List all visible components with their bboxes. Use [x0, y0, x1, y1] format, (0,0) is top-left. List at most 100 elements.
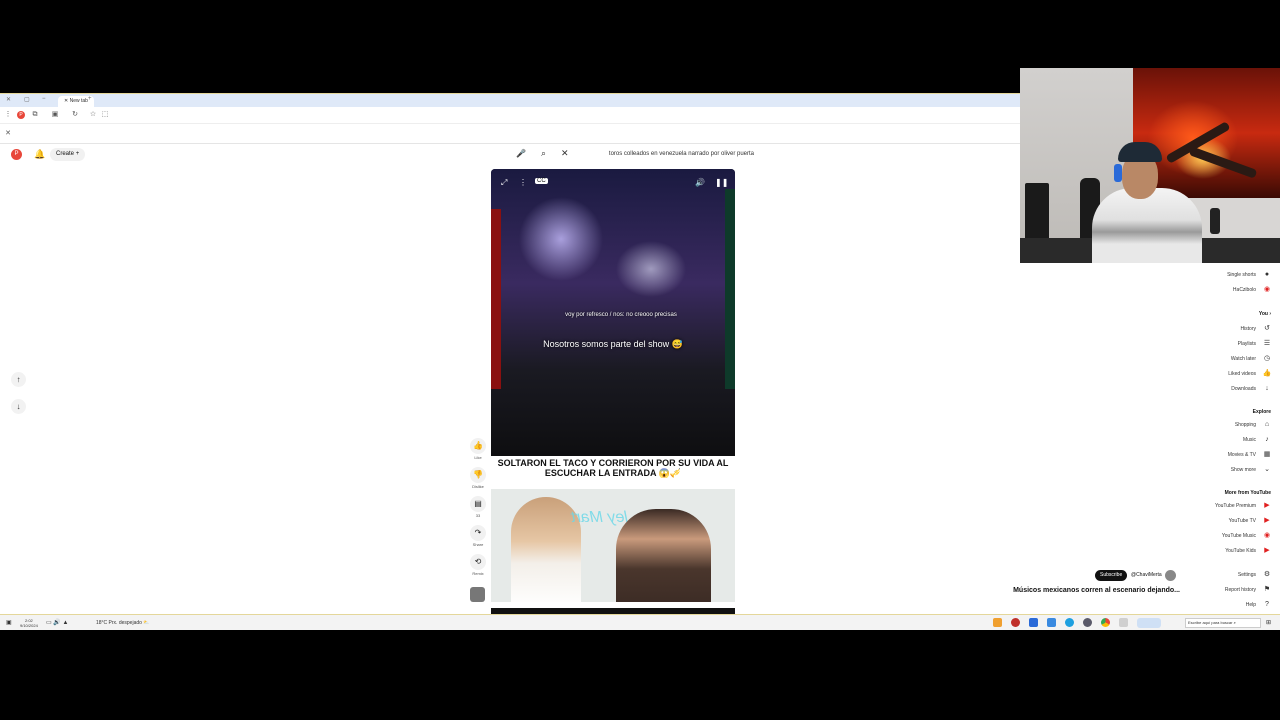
reaction-video-frame[interactable]: ley Mart — [491, 489, 735, 602]
sidebar-label: Movies & TV — [1227, 452, 1256, 458]
download-icon: ↓ — [1265, 385, 1269, 392]
share-button[interactable]: ↷ Share — [468, 525, 488, 547]
playlists-icon: ☰ — [1263, 340, 1271, 347]
sidebar-item-youtube-tv[interactable]: YouTube TV ▶ — [1229, 516, 1272, 526]
channel-icon: ◉ — [1263, 286, 1271, 293]
short-video-player[interactable]: ⤢ ⋮ CC 🔊 ❚❚ voy por refresco / nos: no c… — [491, 169, 735, 456]
remix-button[interactable]: ⟲ Remix — [468, 554, 488, 576]
youtube-header: P 🔔 Create + 🎤 ⌕ ✕ toros colleados en ve… — [0, 145, 1020, 165]
taskbar-search-input[interactable]: Escribe aquí para buscar ⌕ — [1185, 618, 1261, 628]
sidebar-item-watch-later[interactable]: Watch later ◷ — [1231, 354, 1272, 364]
subscribe-button[interactable]: Subscribe — [1095, 570, 1128, 581]
opera-app-icon[interactable] — [1011, 618, 1020, 627]
fullscreen-icon[interactable]: ⤢ — [501, 178, 507, 188]
weather-widget[interactable]: 18°C Prx. despejado ⛅ — [96, 618, 150, 628]
sidebar-item-music[interactable]: Music ♪ — [1243, 435, 1272, 445]
clock[interactable]: 2:02 9/10/2024 — [20, 618, 38, 628]
notifications-bell-icon[interactable]: 🔔 — [34, 149, 45, 160]
sidebar-item-playlists[interactable]: Playlists ☰ — [1238, 339, 1272, 349]
audio-source-thumbnail[interactable] — [470, 587, 485, 602]
streamer-cap — [1118, 142, 1162, 162]
channel-name[interactable]: @ChaviMerta — [1131, 572, 1162, 578]
sidebar-item-show-more[interactable]: Show more ⌄ — [1231, 465, 1272, 475]
webcam-overlay — [1020, 68, 1280, 263]
sidebar-label: Liked videos — [1228, 371, 1256, 377]
sidebar-label: Show more — [1230, 467, 1256, 473]
minimize-window-icon[interactable]: − — [42, 96, 46, 102]
sidebar-item-movies-tv[interactable]: Movies & TV ▦ — [1228, 450, 1272, 460]
previous-short-button[interactable]: ↑ — [11, 372, 26, 387]
create-button[interactable]: Create + — [50, 148, 86, 161]
like-icon: 👍 — [470, 438, 486, 454]
remix-icon: ⟲ — [470, 554, 486, 570]
maximize-window-icon[interactable]: ▢ — [24, 96, 30, 103]
you-section-title[interactable]: You › — [1259, 311, 1271, 317]
short-title[interactable]: Músicos mexicanos corren al escenario de… — [1012, 587, 1180, 594]
sidebar-item-youtube-premium[interactable]: YouTube Premium ▶ — [1215, 501, 1272, 511]
extensions-icon[interactable]: ⧉ — [31, 111, 39, 119]
comments-button[interactable]: ▤ 33 — [468, 496, 488, 518]
shopping-bag-icon: ⌂ — [1264, 421, 1270, 428]
youtube-kids-icon: ▶ — [1264, 547, 1270, 554]
sidebar-item-single-shorts[interactable]: Single shorts ● — [1227, 270, 1272, 280]
sidebar-item-report-history[interactable]: Report history ⚑ — [1225, 585, 1272, 595]
account-avatar[interactable]: P — [11, 149, 22, 160]
profile-icon[interactable]: P — [17, 111, 25, 119]
comment-icon: ▤ — [470, 496, 486, 512]
sidebar-item-downloads[interactable]: Downloads ↓ — [1231, 384, 1272, 394]
clear-search-icon[interactable]: ✕ — [561, 148, 569, 159]
sidebar-label: Settings — [1237, 572, 1256, 578]
close-icon[interactable]: ✕ — [4, 130, 12, 138]
show-desktop-icon[interactable]: ▣ — [6, 618, 12, 628]
cortana-icon[interactable] — [1137, 618, 1161, 628]
sidebar-label: Shopping — [1234, 422, 1256, 428]
pause-icon[interactable]: ❚❚ — [715, 178, 728, 187]
sidebar-label: YouTube Kids — [1225, 548, 1256, 554]
folder-app-icon[interactable] — [993, 618, 1002, 627]
search-icon[interactable]: ⌕ — [541, 148, 546, 159]
screenshot-icon[interactable]: ⬚ — [101, 111, 109, 119]
sidebar-label: Watch later — [1230, 356, 1256, 362]
sidebar-item-help[interactable]: Help? — [1246, 600, 1272, 610]
new-tab-icon[interactable]: + — [88, 96, 92, 102]
system-tray-icons[interactable]: ▭ 🔊 ▲ — [46, 618, 68, 628]
next-short-button[interactable]: ↓ — [11, 399, 26, 414]
sidebar-label: YouTube TV — [1228, 518, 1256, 524]
sidebar-item-youtube-kids[interactable]: YouTube Kids ▶ — [1225, 546, 1272, 556]
menu-icon[interactable]: ⋮ — [4, 111, 12, 119]
flag-icon: ⚑ — [1263, 586, 1271, 593]
dislike-button[interactable]: 👎 Dislike — [468, 467, 488, 489]
video-overlay-text: Nosotros somos parte del show 😅 — [543, 339, 683, 349]
sidebar-item-subscription[interactable]: HaCzibolo ◉ — [1233, 285, 1272, 295]
sidebar-label: Report history — [1224, 587, 1256, 593]
sidebar-item-history[interactable]: History ↺ — [1240, 324, 1272, 334]
start-button[interactable]: ⊞ — [1266, 618, 1271, 628]
search-input[interactable]: toros colleados en venezuela narrado por… — [578, 148, 758, 161]
sidebar-item-shopping[interactable]: Shopping ⌂ — [1235, 420, 1272, 430]
obs-app-icon[interactable] — [1083, 618, 1092, 627]
chrome-app-icon[interactable] — [1101, 618, 1110, 627]
close-window-icon[interactable]: ✕ — [6, 96, 11, 103]
remix-label: Remix — [472, 571, 484, 576]
sidebar-item-liked-videos[interactable]: Liked videos 👍 — [1228, 369, 1272, 379]
sidebar-item-settings[interactable]: Settings ⚙ — [1238, 570, 1272, 580]
captions-icon[interactable]: CC — [535, 178, 548, 184]
bookmark-star-icon[interactable]: ☆ — [89, 111, 97, 119]
channel-avatar[interactable] — [1165, 570, 1176, 581]
sidebar-item-youtube-music[interactable]: YouTube Music ◉ — [1222, 531, 1272, 541]
reload-icon[interactable]: ↻ — [71, 111, 79, 119]
edge-app-icon[interactable] — [1065, 618, 1074, 627]
sidepanel-icon[interactable]: ▣ — [51, 111, 59, 119]
voice-search-icon[interactable]: 🎤 — [516, 149, 526, 158]
task-view-icon[interactable] — [1119, 618, 1128, 627]
share-icon: ↷ — [470, 525, 486, 541]
film-icon: ▦ — [1263, 451, 1271, 458]
more-options-icon[interactable]: ⋮ — [519, 178, 527, 187]
shorts-icon: ● — [1264, 271, 1270, 278]
volume-icon[interactable]: 🔊 — [695, 178, 705, 187]
like-button[interactable]: 👍 Like — [468, 438, 488, 460]
reactor-man — [616, 509, 711, 602]
store-app-icon[interactable] — [1047, 618, 1056, 627]
vscode-app-icon[interactable] — [1029, 618, 1038, 627]
like-label: Like — [474, 455, 482, 460]
